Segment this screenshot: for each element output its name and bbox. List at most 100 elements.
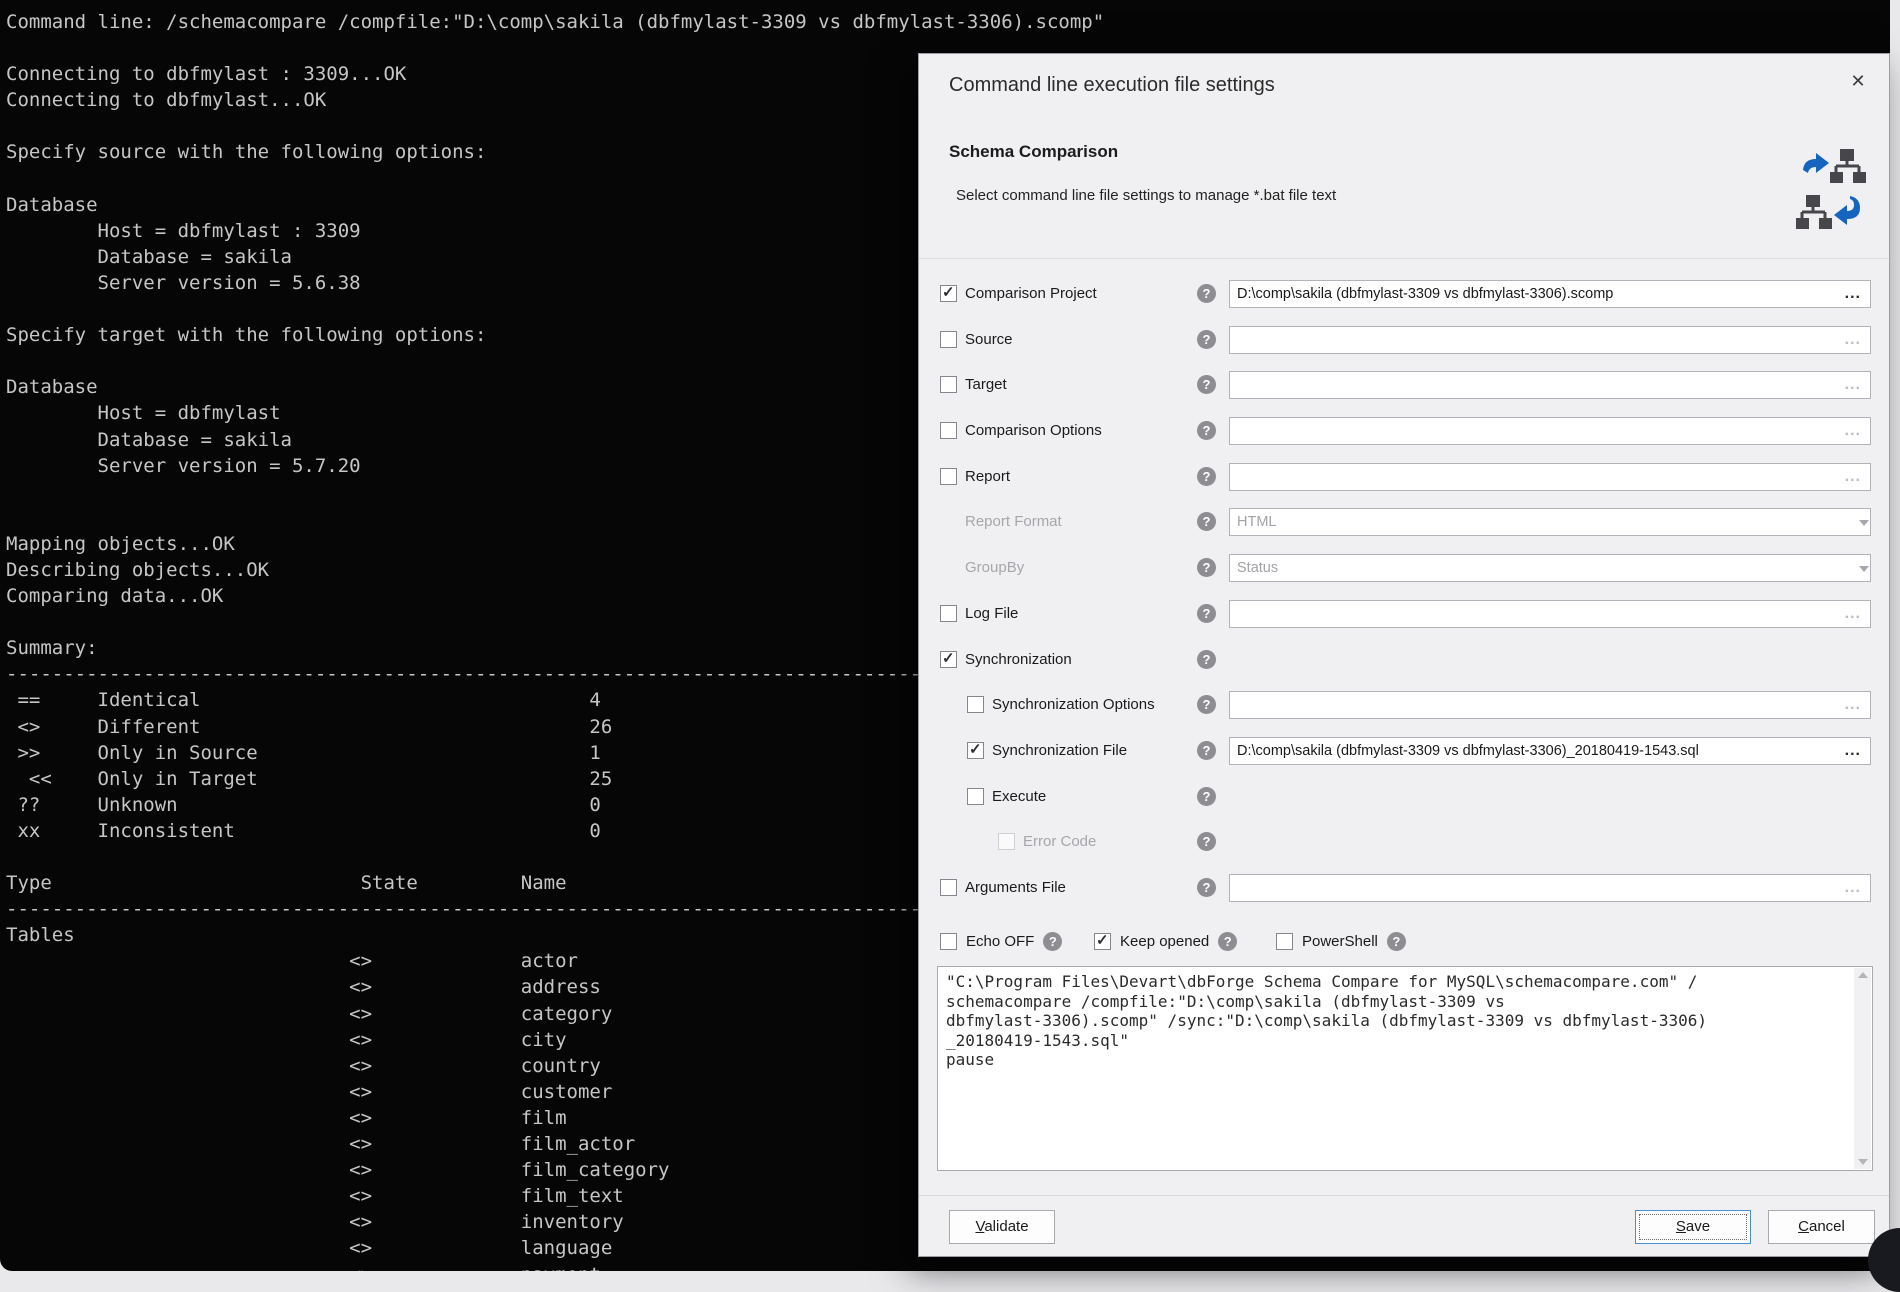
synchronization-label: Synchronization (965, 651, 1072, 668)
arguments-file-field[interactable] (1229, 874, 1871, 902)
target-field[interactable] (1229, 371, 1871, 399)
help-icon[interactable]: ? (1197, 330, 1216, 349)
help-icon[interactable]: ? (1197, 421, 1216, 440)
powershell-checkbox[interactable] (1276, 933, 1293, 950)
keep-opened-checkbox[interactable] (1094, 933, 1111, 950)
comparison-options-label: Comparison Options (965, 422, 1102, 439)
browse-button: ... (1845, 419, 1861, 443)
bat-file-text-area[interactable]: "C:\Program Files\Devart\dbForge Schema … (937, 966, 1873, 1171)
help-icon[interactable]: ? (1043, 932, 1062, 951)
row-synchronization: Synchronization ? (919, 637, 1889, 683)
bat-file-text[interactable]: "C:\Program Files\Devart\dbForge Schema … (938, 967, 1872, 1070)
row-report: Report ? ... (919, 454, 1889, 500)
flags-row: Echo OFF ? Keep opened ? PowerShell ? (919, 932, 1889, 966)
echo-off-checkbox[interactable] (940, 933, 957, 950)
command-line-settings-dialog: Command line execution file settings ✕ S… (918, 53, 1890, 1257)
error-code-checkbox (998, 833, 1015, 850)
schema-compare-icon (1793, 148, 1867, 232)
row-comparison-project: Comparison Project ? D:\comp\sakila (dbf… (919, 271, 1889, 317)
synchronization-options-checkbox[interactable] (967, 696, 984, 713)
help-icon[interactable]: ? (1197, 467, 1216, 486)
browse-button[interactable]: ... (1845, 282, 1861, 306)
report-checkbox[interactable] (940, 468, 957, 485)
target-label: Target (965, 376, 1007, 393)
synchronization-checkbox[interactable] (940, 651, 957, 668)
section-subtitle: Select command line file settings to man… (956, 187, 1336, 204)
dropdown-arrow-icon (1859, 566, 1869, 572)
source-checkbox[interactable] (940, 331, 957, 348)
browse-button: ... (1845, 373, 1861, 397)
help-icon[interactable]: ? (1197, 650, 1216, 669)
dropdown-arrow-icon (1859, 520, 1869, 526)
help-icon[interactable]: ? (1197, 284, 1216, 303)
comparison-options-checkbox[interactable] (940, 422, 957, 439)
row-synchronization-file: Synchronization File ? D:\comp\sakila (d… (919, 728, 1889, 774)
help-icon[interactable]: ? (1197, 604, 1216, 623)
dialog-title: Command line execution file settings (949, 74, 1275, 97)
flag-echo-off: Echo OFF ? (940, 932, 1062, 951)
log-file-checkbox[interactable] (940, 605, 957, 622)
arguments-file-label: Arguments File (965, 879, 1066, 896)
flag-powershell: PowerShell ? (1276, 932, 1406, 951)
report-label: Report (965, 468, 1010, 485)
row-execute: Execute ? (919, 774, 1889, 820)
keep-opened-label: Keep opened (1120, 933, 1209, 950)
settings-rows: Comparison Project ? D:\comp\sakila (dbf… (919, 271, 1889, 911)
synchronization-file-label: Synchronization File (992, 742, 1127, 759)
header-divider (919, 258, 1889, 259)
execute-label: Execute (992, 788, 1046, 805)
browse-button: ... (1845, 876, 1861, 900)
row-arguments-file: Arguments File ? ... (919, 865, 1889, 911)
row-target: Target ? ... (919, 362, 1889, 408)
error-code-label: Error Code (1023, 833, 1096, 850)
help-icon[interactable]: ? (1387, 932, 1406, 951)
row-error-code: Error Code ? (919, 819, 1889, 865)
row-log-file: Log File ? ... (919, 591, 1889, 637)
close-icon[interactable]: ✕ (1845, 68, 1871, 94)
help-icon[interactable]: ? (1197, 512, 1216, 531)
save-button[interactable]: Save (1635, 1210, 1751, 1244)
arguments-file-checkbox[interactable] (940, 879, 957, 896)
source-label: Source (965, 331, 1013, 348)
help-icon[interactable]: ? (1197, 695, 1216, 714)
source-field[interactable] (1229, 326, 1871, 354)
flag-keep-opened: Keep opened ? (1094, 932, 1237, 951)
browse-button: ... (1845, 328, 1861, 352)
help-icon[interactable]: ? (1197, 558, 1216, 577)
scroll-down-icon[interactable] (1858, 1159, 1868, 1165)
browse-button[interactable]: ... (1845, 739, 1861, 763)
help-icon[interactable]: ? (1197, 878, 1216, 897)
log-file-label: Log File (965, 605, 1018, 622)
row-groupby: GroupBy ? Status (919, 545, 1889, 591)
help-icon[interactable]: ? (1197, 741, 1216, 760)
cancel-button[interactable]: Cancel (1768, 1210, 1875, 1244)
report-format-label: Report Format (965, 513, 1062, 530)
synchronization-file-field[interactable]: D:\comp\sakila (dbfmylast-3309 vs dbfmyl… (1229, 737, 1871, 765)
report-format-select: HTML (1229, 508, 1871, 536)
execute-checkbox[interactable] (967, 788, 984, 805)
dialog-footer: Validate Save Cancel (919, 1195, 1889, 1256)
synchronization-options-field[interactable] (1229, 691, 1871, 719)
browse-button: ... (1845, 465, 1861, 489)
row-report-format: Report Format ? HTML (919, 499, 1889, 545)
comparison-project-checkbox[interactable] (940, 285, 957, 302)
help-icon[interactable]: ? (1197, 832, 1216, 851)
validate-button[interactable]: Validate (949, 1210, 1055, 1244)
section-title: Schema Comparison (949, 142, 1118, 162)
comparison-options-field[interactable] (1229, 417, 1871, 445)
comparison-project-field[interactable]: D:\comp\sakila (dbfmylast-3309 vs dbfmyl… (1229, 280, 1871, 308)
help-icon[interactable]: ? (1197, 787, 1216, 806)
row-source: Source ? ... (919, 317, 1889, 363)
groupby-label: GroupBy (965, 559, 1024, 576)
help-icon[interactable]: ? (1197, 375, 1216, 394)
synchronization-file-checkbox[interactable] (967, 742, 984, 759)
report-field[interactable] (1229, 463, 1871, 491)
scrollbar[interactable] (1854, 968, 1871, 1169)
row-comparison-options: Comparison Options ? ... (919, 408, 1889, 454)
powershell-label: PowerShell (1302, 933, 1378, 950)
log-file-field[interactable] (1229, 600, 1871, 628)
target-checkbox[interactable] (940, 376, 957, 393)
scroll-up-icon[interactable] (1858, 972, 1868, 978)
help-icon[interactable]: ? (1218, 932, 1237, 951)
synchronization-options-label: Synchronization Options (992, 696, 1155, 713)
